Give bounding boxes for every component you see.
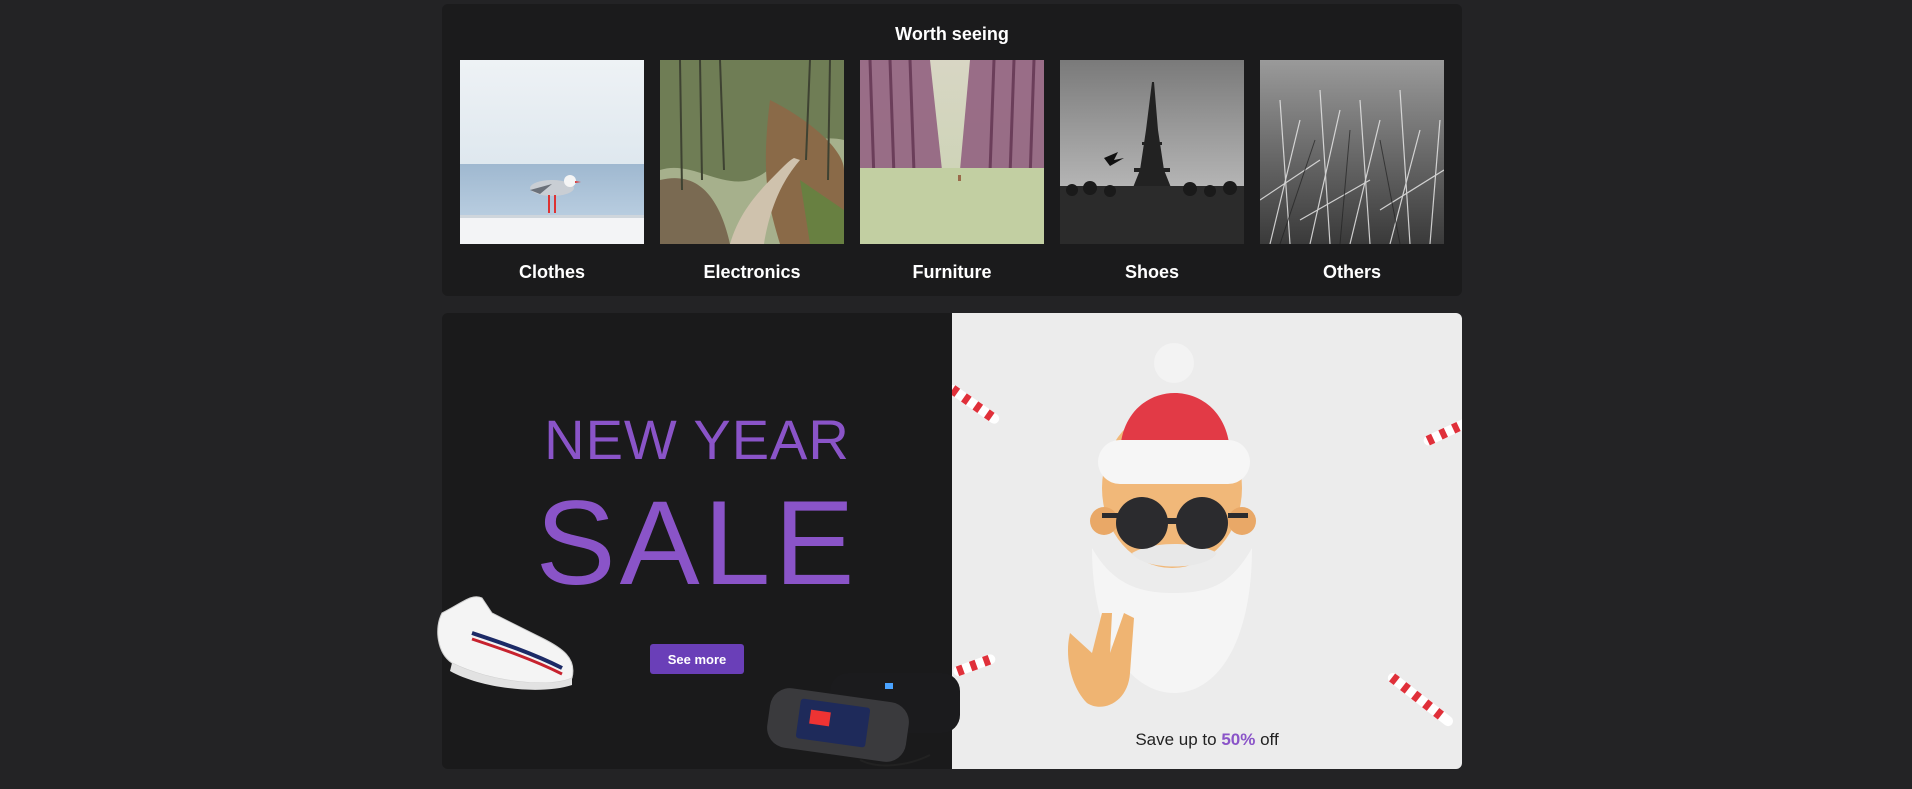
- game-console-image: [767, 673, 960, 767]
- santa-illustration: [952, 343, 1462, 727]
- section-title: Worth seeing: [895, 24, 1009, 44]
- category-label[interactable]: Shoes: [1060, 262, 1244, 283]
- discount-suffix: off: [1255, 730, 1279, 749]
- see-more-button[interactable]: See more: [650, 644, 744, 674]
- category-card-electronics[interactable]: Electronics: [660, 60, 844, 294]
- new-year-sale-banner: NEW YEAR SALE See more Save up to 50% of…: [437, 313, 1462, 769]
- category-label[interactable]: Others: [1260, 262, 1444, 283]
- discount-percent: 50%: [1221, 730, 1256, 749]
- sneaker-image: [437, 596, 574, 690]
- banner-headline: NEW YEAR: [544, 408, 850, 471]
- category-image-furniture[interactable]: [860, 60, 1044, 244]
- discount-prefix: Save up to: [1135, 730, 1222, 749]
- category-label[interactable]: Clothes: [460, 262, 644, 283]
- worth-seeing-section: Worth seeing Clothes Electronics Furnitu…: [442, 4, 1462, 296]
- category-label[interactable]: Furniture: [860, 262, 1044, 283]
- category-card-clothes[interactable]: Clothes: [460, 60, 644, 294]
- category-image-shoes[interactable]: [1060, 60, 1244, 244]
- category-card-others[interactable]: Others: [1260, 60, 1444, 294]
- category-image-electronics[interactable]: [660, 60, 844, 244]
- category-image-others[interactable]: [1260, 60, 1444, 244]
- category-card-shoes[interactable]: Shoes: [1060, 60, 1244, 294]
- category-image-clothes[interactable]: [460, 60, 644, 244]
- banner-right-panel: Save up to 50% off: [952, 313, 1462, 769]
- discount-text: Save up to 50% off: [952, 730, 1462, 750]
- category-label[interactable]: Electronics: [660, 262, 844, 283]
- category-card-furniture[interactable]: Furniture: [860, 60, 1044, 294]
